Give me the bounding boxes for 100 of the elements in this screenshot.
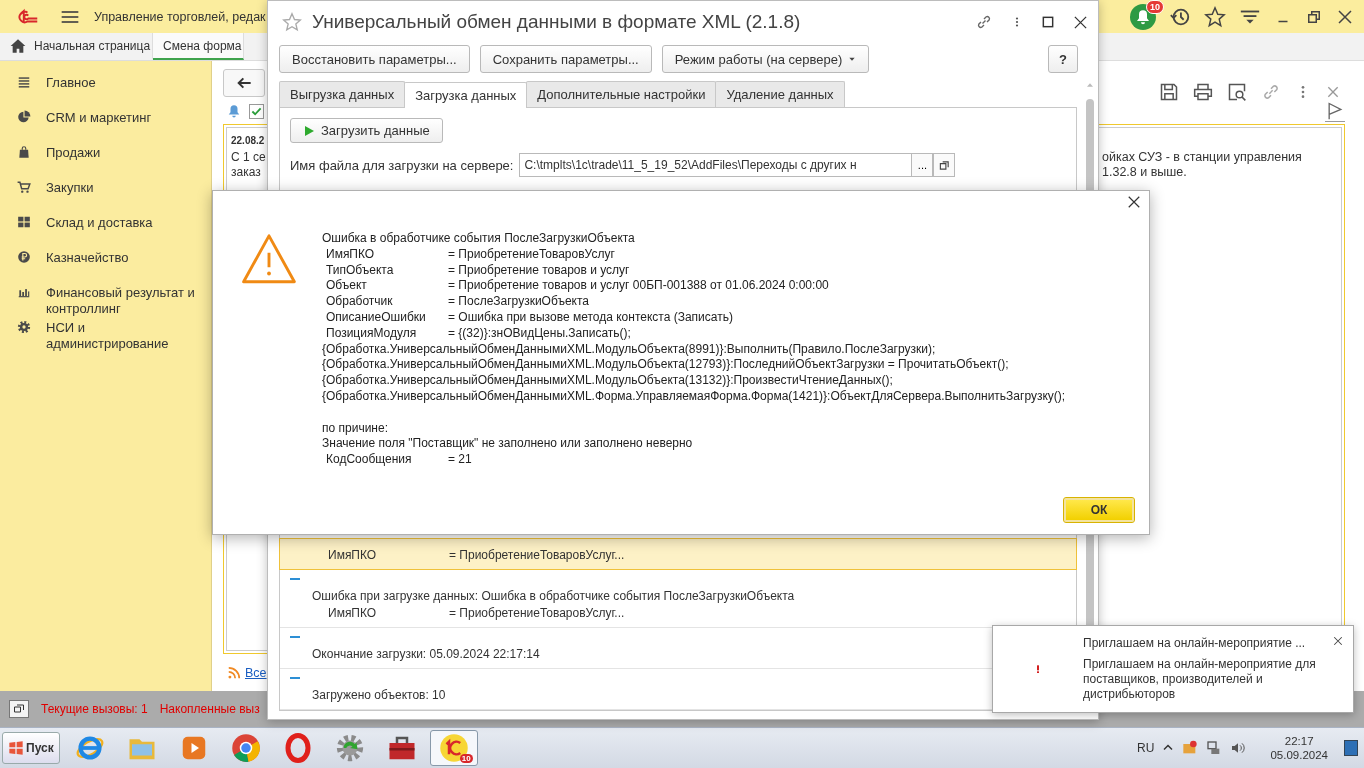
tray-app-icon[interactable] — [1182, 740, 1199, 756]
notification-title: Приглашаем на онлайн-мероприятие ... — [1083, 636, 1306, 651]
close-icon[interactable] — [1127, 195, 1141, 209]
sidebar-item[interactable]: CRM и маркетинг — [0, 108, 211, 143]
log-text: Окончание загрузки: 05.09.2024 22:17:14 — [311, 646, 541, 663]
help-button[interactable]: ? — [1048, 45, 1078, 73]
tab[interactable]: Выгрузка данных — [279, 81, 406, 107]
windows-button[interactable] — [9, 700, 29, 718]
ok-button[interactable]: ОК — [1064, 498, 1134, 522]
field-value: = ПослеЗагрузкиОбъекта — [448, 294, 589, 310]
news-text: 1.32.8 и выше. — [1102, 165, 1188, 180]
field-value: = ПриобретениеТоваровУслуг... — [449, 605, 625, 622]
sidebar-item[interactable]: Финансовый результат и контроллинг — [0, 283, 211, 318]
browser-icon — [74, 733, 105, 763]
gear-icon — [17, 320, 31, 334]
error-text: {Обработка.УниверсальныйОбменДаннымиXML.МодульОбъекта(12793)}:ПоследнийОбъектЗагрузки = ПрочитатьОбъект(); — [322, 357, 1010, 374]
close-icon[interactable] — [1333, 636, 1343, 646]
all-news-link[interactable]: Все — [245, 665, 267, 680]
sidebar-item[interactable]: Продажи — [0, 143, 211, 178]
field-name: ИмяПКО — [326, 246, 376, 263]
sidebar-item[interactable]: Казначейство — [0, 248, 211, 283]
star-icon[interactable] — [282, 12, 302, 32]
file-path-field[interactable]: C:\tmplts\1c\trade\11_5_19_52\AddFiles\Переходы с других н — [519, 153, 913, 177]
start-button[interactable]: Пуск — [2, 732, 60, 764]
speaker-icon[interactable] — [1230, 740, 1247, 756]
toolbar-button[interactable]: Восстановить параметры... — [279, 45, 470, 73]
error-text: Значение поля "Поставщик" не заполнено или заполнено неверно — [322, 436, 694, 453]
field-value: = Приобретение товаров и услуг 00БП-001388 от 01.06.2024 0:00:00 — [448, 278, 829, 295]
tab[interactable]: Удаление данных — [715, 81, 845, 107]
field-value: = Ошибка при вызове метода контекста (Записать) — [448, 310, 733, 326]
app-badge: 10 — [459, 754, 473, 763]
check-icon — [251, 105, 262, 117]
notification-badge: 10 — [1146, 0, 1164, 14]
field-name: Обработчик — [326, 294, 394, 310]
star-icon[interactable] — [1204, 5, 1226, 28]
sidebar-item[interactable]: Закупки — [0, 178, 211, 213]
language-indicator[interactable]: RU — [1137, 741, 1155, 755]
log-text: Загружено объектов: 10 — [311, 687, 447, 704]
sidebar-item[interactable]: Склад и доставка — [0, 213, 211, 248]
sidebar-item[interactable]: НСИ и администрирование — [0, 318, 211, 353]
app-logo-icon — [438, 733, 469, 763]
caret-icon — [848, 55, 857, 63]
error-text: Ошибка в обработчике события ПослеЗагрузкиОбъекта — [322, 231, 636, 247]
app-title: Управление торговлей, редак — [94, 9, 266, 24]
log-entry[interactable]: ИмяПКО = ПриобретениеТоваровУслуг... — [279, 538, 1077, 570]
field-name: ИмяПКО — [328, 547, 378, 564]
window-title: Универсальный обмен данными в формате XML (2.1.8) — [312, 11, 801, 33]
notification-text: Приглашаем на онлайн-мероприятие для поставщиков, производителей и дистрибьюторов — [1083, 657, 1317, 702]
browse-button[interactable]: ... — [911, 153, 934, 177]
home-icon — [10, 37, 26, 54]
news-date: 22.08.2 — [231, 134, 265, 148]
error-text: {Обработка.УниверсальныйОбменДаннымиXML.МодульОбъекта(8991)}:Выполнить(Правило.ПослеЗагрузки); — [322, 341, 937, 358]
windows-icon — [13, 703, 25, 715]
print-icon[interactable] — [1193, 82, 1213, 102]
maximize-icon[interactable] — [1041, 15, 1055, 29]
field-value: = 21 — [448, 452, 472, 468]
tab[interactable]: Загрузка данных — [404, 82, 528, 108]
error-text: {Обработка.УниверсальныйОбменДаннымиXML.Форма.УправляемаяФорма.Форма(1421)}:ОбъектДляСервера.ВыполнитьЗагрузку(); — [322, 388, 1066, 405]
tab[interactable]: Дополнительные настройки — [526, 81, 717, 107]
error-text: {Обработка.УниверсальныйОбменДаннымиXML.МодульОбъекта(13132)}:ПроизвестиЧтениеДанных(); — [322, 373, 894, 389]
field-value: = Приобретение товаров и услуг — [448, 262, 630, 279]
field-name: ИмяПКО — [328, 605, 378, 622]
sidebar-item[interactable]: Главное — [0, 73, 211, 108]
play-icon — [303, 124, 315, 137]
news-text: заказ — [231, 165, 261, 180]
list-icon — [17, 75, 31, 89]
close-icon[interactable] — [1073, 14, 1088, 30]
news-text: С 1 се — [231, 150, 266, 165]
field-value: = ПриобретениеТоваровУслуг — [448, 246, 615, 263]
log-text: Ошибка при загрузке данных: Ошибка в обработчике события ПослеЗагрузкиОбъекта — [311, 588, 796, 605]
checkbox[interactable] — [249, 103, 264, 119]
field-name: ТипОбъекта — [326, 262, 395, 279]
close-icon[interactable] — [1336, 7, 1354, 26]
bag-icon — [17, 145, 31, 159]
page-tab[interactable]: Смена форма — [153, 33, 245, 60]
open-button[interactable] — [933, 153, 956, 177]
preview-icon[interactable] — [1227, 82, 1247, 102]
field-value: = ПриобретениеТоваровУслуг... — [449, 547, 625, 564]
back-arrow-icon — [236, 75, 252, 91]
windows-flag-icon — [8, 740, 24, 756]
round-browser-icon — [230, 733, 261, 763]
taskbar-app[interactable]: 10 — [429, 730, 478, 766]
open-window-icon — [938, 159, 950, 171]
clock[interactable]: 22:17 05.09.2024 — [1270, 734, 1328, 762]
mode-dropdown[interactable]: Режим работы (на сервере) — [661, 45, 870, 73]
field-value: = {(32)}:знОВидЦены.Записать(); — [448, 325, 631, 342]
field-label: Имя файла для загрузки на сервере: — [290, 157, 514, 173]
field-name: ПозицияМодуля — [326, 325, 418, 342]
field-name: Объект — [326, 278, 368, 295]
load-data-button[interactable]: Загрузить данные — [290, 118, 443, 143]
save-icon[interactable] — [1159, 82, 1179, 102]
back-button[interactable] — [223, 69, 265, 97]
field-name: КодСообщения — [326, 452, 413, 468]
field-name: ОписаниеОшибки — [326, 310, 427, 326]
news-text: ойках СУЗ - в станции управления — [1102, 150, 1303, 165]
cart-icon — [17, 180, 31, 194]
toolbar-button[interactable]: Сохранить параметры... — [479, 45, 652, 73]
ruble-coin-icon — [17, 250, 31, 264]
link-icon[interactable] — [975, 13, 993, 31]
bell-icon[interactable] — [227, 103, 241, 119]
